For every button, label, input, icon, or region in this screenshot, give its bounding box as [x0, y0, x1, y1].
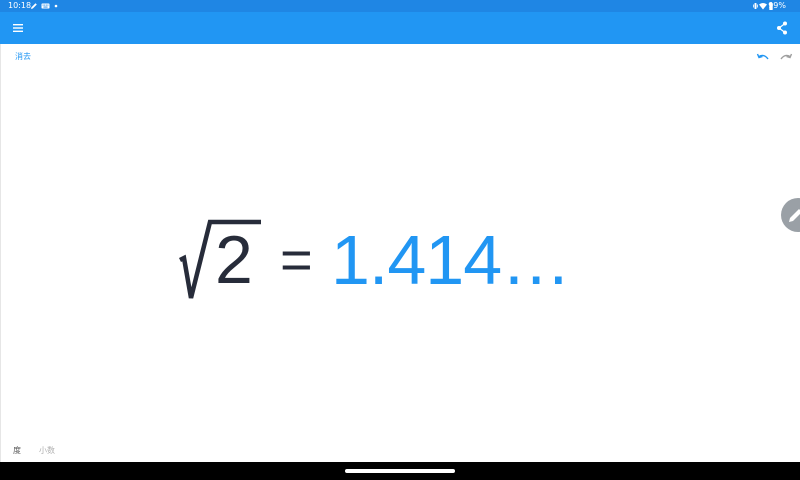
equation: 2 = 1.414…: [177, 214, 571, 304]
navigation-bar: [0, 462, 800, 480]
battery-percent: 99%: [768, 1, 786, 10]
dot-icon: [54, 4, 58, 8]
redo-button[interactable]: [779, 50, 793, 64]
result-value: 1.414…: [331, 221, 571, 299]
pen-icon: [789, 209, 800, 222]
radicand: 2: [215, 222, 253, 298]
keyboard-icon: [41, 3, 50, 9]
decimal-mode-toggle[interactable]: 小数: [39, 445, 55, 456]
redo-icon: [780, 53, 793, 60]
undo-button[interactable]: [756, 50, 770, 64]
share-icon: [777, 21, 787, 35]
wifi-icon: [759, 3, 767, 10]
undo-icon: [756, 53, 769, 60]
app-bar: [0, 12, 800, 44]
pen-mode-button[interactable]: [781, 198, 800, 232]
pen-icon: [31, 3, 37, 10]
worksheet-area[interactable]: 消去 2 = 1.414… 度 小数: [0, 44, 800, 462]
status-time: 10:18: [8, 1, 32, 10]
status-bar: 10:18 99%: [0, 0, 800, 12]
calculator-screen: 10:18 99% 消去 2 = 1.414… 度 小数: [0, 0, 800, 480]
menu-icon: [13, 24, 23, 32]
equals-sign: =: [280, 228, 313, 291]
share-button[interactable]: [772, 18, 792, 38]
vibrate-icon: [753, 3, 758, 9]
clear-button[interactable]: 消去: [15, 51, 31, 62]
degree-mode-toggle[interactable]: 度: [13, 445, 21, 456]
home-gesture-handle[interactable]: [345, 469, 455, 473]
menu-button[interactable]: [8, 18, 28, 38]
